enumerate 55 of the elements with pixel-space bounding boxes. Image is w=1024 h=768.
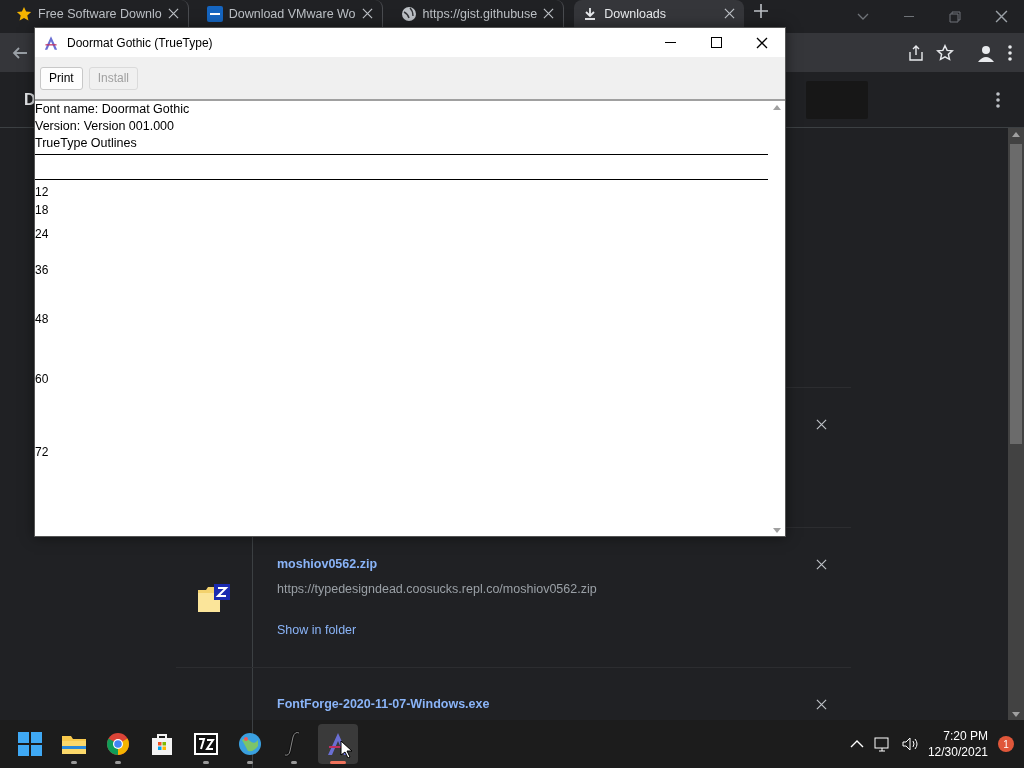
file-name-link[interactable]: moshiov0562.zip (277, 557, 378, 571)
palette-globe-icon (237, 731, 263, 757)
font-info-text: TrueType Outlines (35, 135, 138, 152)
time-text: 7:20 PM (943, 728, 988, 744)
close-icon[interactable] (756, 36, 768, 49)
maximize-icon[interactable] (710, 37, 722, 48)
close-icon[interactable] (543, 8, 556, 19)
point-size-label: 60 (35, 372, 49, 386)
point-size-label: 36 (35, 263, 49, 277)
browser-tab[interactable]: Downloads (574, 0, 745, 27)
chevron-up-icon[interactable] (849, 740, 864, 748)
shopping-bag-icon (150, 732, 174, 756)
date-text: 12/30/2021 (927, 744, 988, 760)
cursor-icon (340, 740, 352, 758)
star-icon (16, 5, 32, 22)
minimize-icon[interactable] (664, 42, 676, 43)
point-size-label: 12 (35, 185, 49, 199)
zip-file-icon (198, 583, 230, 612)
chrome-icon (106, 732, 130, 756)
speaker-icon[interactable] (901, 737, 918, 751)
point-size-label: 24 (35, 227, 49, 241)
scrollbar[interactable] (768, 101, 785, 536)
toolbar-button[interactable]: Print (40, 66, 83, 90)
download-url: https://typedesigndead.coosucks.repl.co/moshiov0562.zip (277, 582, 598, 596)
scroll-up-arrow-icon[interactable] (772, 104, 781, 110)
file-name-link[interactable]: FontForge-2020-11-07-Windows.exe (277, 697, 490, 711)
menu-dots-icon[interactable] (996, 91, 1000, 108)
scroll-up-arrow-icon[interactable] (1012, 131, 1020, 137)
close-icon[interactable] (724, 8, 737, 19)
folder-icon (61, 733, 87, 755)
point-size-label: 48 (35, 312, 49, 326)
font-info-text: Version: Version 001.000 (35, 118, 175, 135)
close-icon[interactable] (994, 10, 1008, 23)
font-info-text: Font name: Doormat Gothic (35, 101, 191, 118)
point-size-label: 18 (35, 203, 49, 217)
font-viewer-icon (43, 34, 59, 51)
restore-icon[interactable] (949, 10, 961, 23)
scroll-down-arrow-icon[interactable] (1012, 711, 1020, 717)
back-arrow-icon[interactable] (12, 44, 28, 61)
globe-icon (400, 5, 417, 22)
archive-app-icon (194, 733, 218, 755)
windows-start-icon (18, 732, 42, 756)
star-outline-icon[interactable] (936, 43, 954, 62)
window-title: Doormat Gothic (TrueType) (67, 35, 213, 50)
network-icon[interactable] (873, 736, 892, 752)
menu-dots-icon[interactable] (1008, 44, 1012, 61)
point-size-label: 72 (35, 445, 49, 459)
logo-icon (206, 5, 223, 22)
show-in-folder-link[interactable]: Show in folder (277, 623, 357, 637)
scrollbar[interactable] (1008, 128, 1024, 720)
taskbar-app-button[interactable] (318, 724, 358, 764)
clock[interactable]: 7:20 PM 12/30/2021 (927, 728, 988, 760)
share-icon[interactable] (908, 44, 924, 61)
scroll-down-arrow-icon[interactable] (772, 527, 781, 533)
notification-badge[interactable]: 1 (998, 736, 1014, 752)
